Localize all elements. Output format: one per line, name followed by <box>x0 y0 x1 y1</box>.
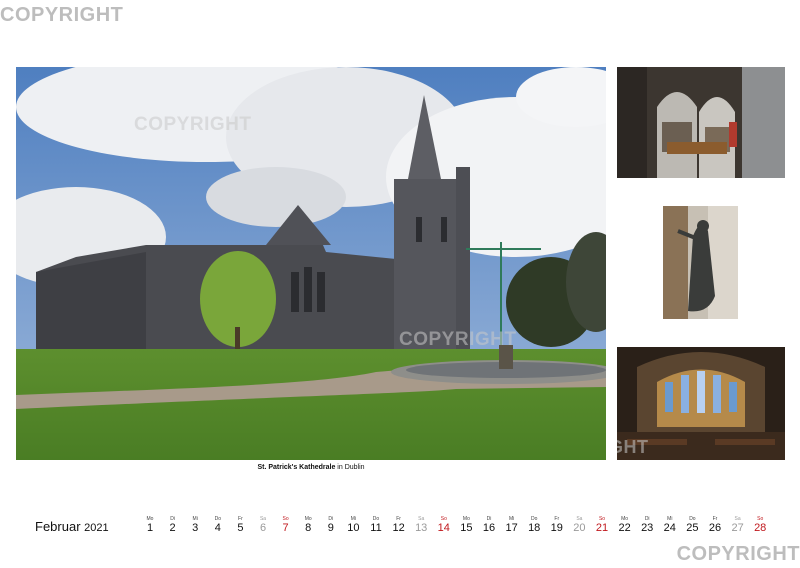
day-number: 6 <box>259 522 267 534</box>
copyright-watermark-overlay: COPYRIGHT <box>399 329 517 350</box>
day-number: 24 <box>663 522 676 534</box>
calendar-day: Mi 17 <box>500 516 524 535</box>
calendar-day: Di 16 <box>477 516 501 535</box>
day-number: 16 <box>482 522 496 534</box>
caption-title: St. Patrick's Kathedrale <box>257 464 336 471</box>
photo-caption: St. Patrick's Kathedrale in Dublin <box>16 464 606 471</box>
calendar-day: Fr 26 <box>703 516 727 535</box>
calendar-month: Februar 2021 <box>35 519 109 534</box>
day-number: 3 <box>192 522 199 534</box>
calendar-day: Mi 10 <box>341 516 365 535</box>
day-number: 28 <box>754 522 767 534</box>
day-number: 22 <box>618 522 631 534</box>
day-number: 13 <box>415 522 428 534</box>
copyright-watermark-overlay: COPYRIGHT <box>134 114 252 135</box>
calendar-day: Do 11 <box>364 516 388 535</box>
day-number: 25 <box>686 522 699 534</box>
day-number: 12 <box>392 522 405 534</box>
day-number: 8 <box>305 522 312 534</box>
calendar-day: Mo 8 <box>296 516 320 535</box>
day-number: 23 <box>641 522 654 534</box>
day-number: 11 <box>370 522 382 534</box>
side-photo-interior-arches <box>617 67 785 178</box>
day-number: 7 <box>282 522 289 534</box>
day-number: 18 <box>528 522 541 534</box>
calendar-day: Mo 1 <box>138 516 162 535</box>
calendar-day: Sa 20 <box>567 516 591 535</box>
day-number: 21 <box>595 522 609 534</box>
main-photo-cathedral: COPYRIGHT COPYRIGHT <box>16 67 606 460</box>
day-number: 2 <box>169 522 176 534</box>
calendar-day: Fr 12 <box>387 516 411 535</box>
calendar-day: Do 25 <box>680 516 704 535</box>
day-number: 15 <box>460 522 473 534</box>
calendar-day: So 28 <box>748 516 772 535</box>
calendar-day: Mi 24 <box>658 516 682 535</box>
copyright-watermark-bottom: COPYRIGHT <box>676 543 800 565</box>
calendar-day: Do 4 <box>206 516 230 535</box>
day-number: 19 <box>550 522 563 534</box>
calendar-day: Di 2 <box>161 516 185 535</box>
calendar-day: Mo 15 <box>454 516 478 535</box>
day-number: 27 <box>731 522 744 534</box>
calendar-day: So 21 <box>590 516 614 535</box>
calendar-day: Mo 22 <box>613 516 637 535</box>
day-number: 17 <box>505 522 518 534</box>
day-number: 14 <box>437 522 450 534</box>
day-number: 9 <box>327 522 334 534</box>
side-photo-interior-nave: COPYRIGHT <box>617 347 785 460</box>
day-number: 1 <box>146 522 154 534</box>
calendar-day: Sa 27 <box>726 516 750 535</box>
day-number: 20 <box>573 522 586 534</box>
calendar-day: Do 18 <box>522 516 546 535</box>
calendar-day: Di 23 <box>635 516 659 535</box>
calendar-day: Di 9 <box>319 516 343 535</box>
calendar-day: So 14 <box>432 516 456 535</box>
day-number: 5 <box>237 522 244 534</box>
side-photo-statue <box>663 206 738 319</box>
calendar-day: Mi 3 <box>183 516 207 535</box>
day-number: 4 <box>214 522 221 534</box>
day-number: 10 <box>347 522 360 534</box>
calendar-day: Sa 6 <box>251 516 275 535</box>
copyright-watermark-top: COPYRIGHT <box>0 4 124 26</box>
calendar-day: Fr 19 <box>545 516 569 535</box>
day-number: 26 <box>708 522 722 534</box>
calendar-day: So 7 <box>274 516 298 535</box>
calendar-day: Sa 13 <box>409 516 433 535</box>
month-name: Februar <box>35 519 81 534</box>
copyright-watermark-overlay: COPYRIGHT <box>617 437 649 457</box>
caption-location: in Dublin <box>335 464 365 471</box>
month-year: 2021 <box>84 522 109 534</box>
calendar-day: Fr 5 <box>228 516 252 535</box>
